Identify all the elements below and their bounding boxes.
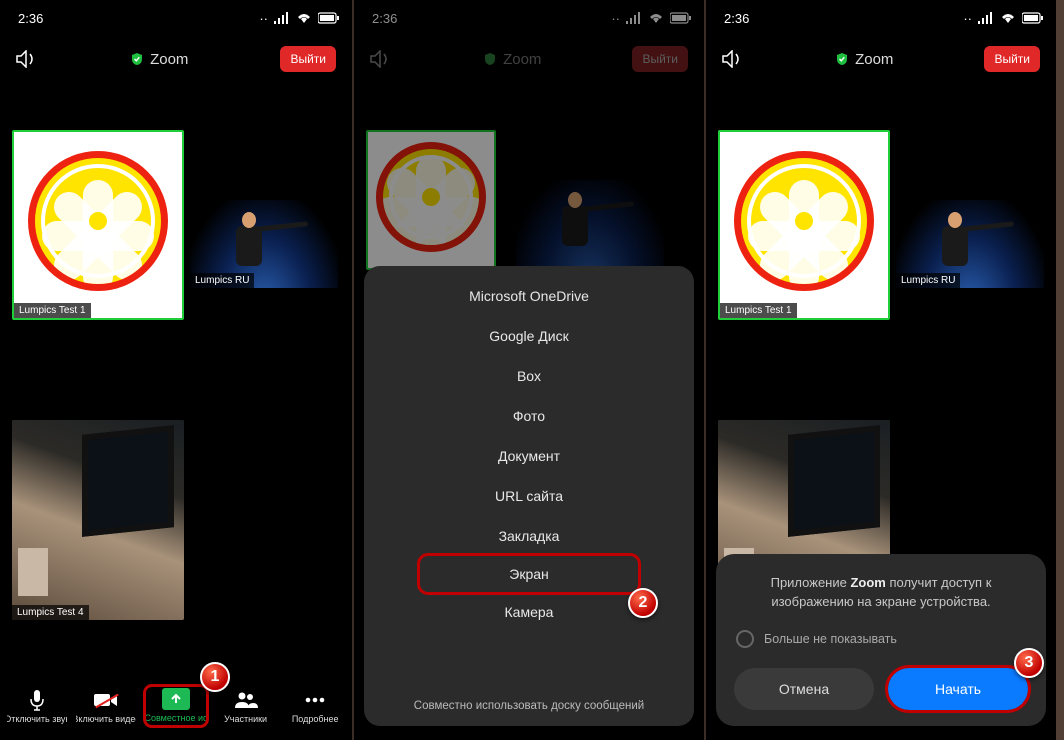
meeting-title: Zoom [855, 51, 893, 68]
avatar-lemon-icon [376, 142, 486, 252]
mute-button[interactable]: Отключить звук [7, 688, 67, 724]
step-badge-2: 2 [628, 588, 658, 618]
meeting-top-bar: Zoom Выйти [706, 36, 1056, 82]
status-dots-icon: ·· [259, 11, 268, 26]
meeting-top-bar: Zoom Выйти [0, 36, 352, 82]
mic-icon [23, 688, 51, 712]
step-badge-1: 1 [200, 662, 230, 692]
battery-icon [318, 12, 334, 24]
tile-label: Lumpics Test 4 [12, 605, 89, 620]
share-option-gdrive[interactable]: Google Диск [364, 316, 694, 356]
remote-video-tile[interactable]: Lumpics RU [190, 200, 338, 288]
tile-label: Lumpics Test 1 [14, 303, 91, 318]
signal-icon [274, 12, 290, 24]
more-label: Подробнее [292, 714, 339, 724]
dont-show-again-checkbox[interactable]: Больше не показывать [736, 630, 1028, 648]
wifi-icon [296, 12, 312, 24]
tile-label: Lumpics RU [896, 273, 960, 288]
video-off-icon [92, 688, 120, 712]
status-bar: 2:36 ·· [0, 0, 352, 36]
phone-screen-2: 2:36 ·· Zoom Выйти Micros [352, 0, 704, 740]
meeting-bottom-bar: Отключить звук Включить видео Совместное… [0, 678, 352, 734]
avatar-lemon-icon [734, 151, 874, 291]
self-video-tile[interactable]: Lumpics Test 1 [718, 130, 890, 320]
screen-share-confirm-dialog: Приложение Zoom получит доступ к изображ… [716, 554, 1046, 726]
status-bar: 2:36 ·· [706, 0, 1056, 36]
remote-video-tile [516, 180, 664, 268]
participants-button[interactable]: Участники [216, 688, 276, 724]
checkbox-icon [736, 630, 754, 648]
status-bar: 2:36 ·· [354, 0, 704, 36]
phone-screen-1: 2:36 ·· Zoom Выйти Lumpics Test 1 Lumpic… [0, 0, 352, 740]
leave-button: Выйти [632, 46, 688, 72]
checkbox-label: Больше не показывать [764, 632, 897, 646]
meeting-top-bar: Zoom Выйти [354, 36, 704, 82]
battery-icon [670, 12, 686, 24]
tile-label: Lumpics Test 1 [720, 303, 797, 318]
speaker-icon[interactable] [16, 50, 38, 68]
leave-button[interactable]: Выйти [280, 46, 336, 72]
shield-icon [835, 52, 849, 66]
video-button[interactable]: Включить видео [76, 688, 136, 724]
share-option-onedrive[interactable]: Microsoft OneDrive [364, 276, 694, 316]
tile-label: Lumpics RU [190, 273, 254, 288]
signal-icon [626, 12, 642, 24]
speaker-icon [370, 50, 392, 68]
remote-person [218, 208, 278, 280]
share-option-url[interactable]: URL сайта [364, 476, 694, 516]
share-option-bookmark[interactable]: Закладка [364, 516, 694, 556]
status-time: 2:36 [18, 11, 43, 26]
meeting-title: Zoom [150, 51, 188, 68]
video-label: Включить видео [76, 714, 136, 724]
share-option-screen[interactable]: Экран [420, 556, 638, 592]
start-button[interactable]: Начать [888, 668, 1028, 710]
battery-icon [1022, 12, 1038, 24]
more-icon [301, 688, 329, 712]
more-button[interactable]: Подробнее [285, 688, 345, 724]
speaker-icon[interactable] [722, 50, 744, 68]
video-grid: Lumpics Test 1 Lumpics RU Lumpics Test 4 [12, 120, 340, 660]
status-time: 2:36 [724, 11, 749, 26]
shield-icon [483, 52, 497, 66]
avatar-lemon-icon [28, 151, 168, 291]
share-option-photo[interactable]: Фото [364, 396, 694, 436]
self-video-tile [366, 130, 496, 270]
leave-button[interactable]: Выйти [984, 46, 1040, 72]
status-dots-icon: ·· [963, 11, 972, 26]
remote-video-tile[interactable]: Lumpics RU [896, 200, 1044, 288]
share-screen-icon [162, 687, 190, 711]
self-video-tile[interactable]: Lumpics Test 1 [12, 130, 184, 320]
status-dots-icon: ·· [611, 11, 620, 26]
meeting-title: Zoom [503, 51, 541, 68]
share-label: Совместное ис [146, 713, 206, 723]
room-video-bg [12, 420, 184, 620]
phone-screen-3: 2:36 ·· Zoom Выйти Lumpics Test 1 Lumpic… [704, 0, 1056, 740]
cancel-button[interactable]: Отмена [734, 668, 874, 710]
signal-icon [978, 12, 994, 24]
mute-label: Отключить звук [7, 714, 67, 724]
participants-icon [232, 688, 260, 712]
dialog-message: Приложение Zoom получит доступ к изображ… [734, 574, 1028, 612]
status-time: 2:36 [372, 11, 397, 26]
step-badge-3: 3 [1014, 648, 1044, 678]
share-whiteboard-option[interactable]: Совместно использовать доску сообщений [364, 684, 694, 716]
share-button[interactable]: Совместное ис [146, 687, 206, 725]
share-option-box[interactable]: Box [364, 356, 694, 396]
participants-label: Участники [224, 714, 267, 724]
wifi-icon [648, 12, 664, 24]
share-sheet: Microsoft OneDrive Google Диск Box Фото … [364, 266, 694, 726]
shield-icon [130, 52, 144, 66]
share-option-document[interactable]: Документ [364, 436, 694, 476]
camera-video-tile[interactable]: Lumpics Test 4 [12, 420, 184, 620]
wifi-icon [1000, 12, 1016, 24]
